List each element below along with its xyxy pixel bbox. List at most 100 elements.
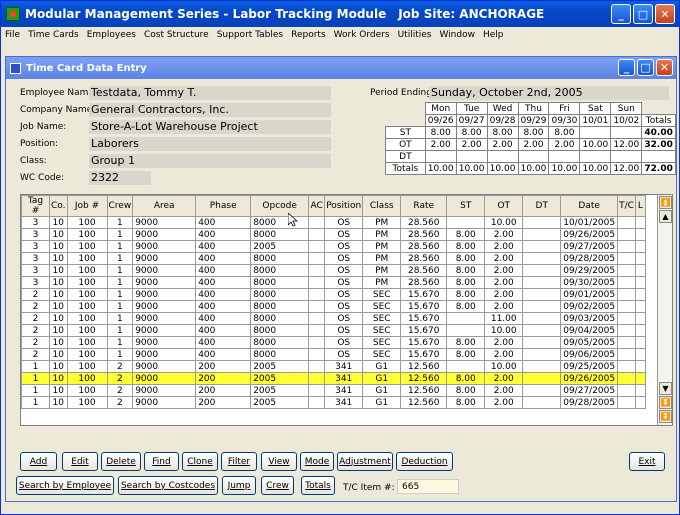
grid-cell[interactable]: 2.00 <box>484 300 524 313</box>
grid-cell[interactable]: 09/26/2005 <box>560 228 619 241</box>
wc-code-field[interactable]: 2322 <box>89 171 151 185</box>
menu-item-work-orders[interactable]: Work Orders <box>330 30 394 40</box>
grid-cell[interactable] <box>617 276 636 289</box>
grid-cell[interactable]: 8.00 <box>446 288 486 301</box>
grid-cell[interactable]: 09/05/2005 <box>560 336 619 349</box>
position-field[interactable]: Laborers <box>89 137 331 151</box>
grid-cell[interactable] <box>522 372 562 385</box>
grid-cell[interactable]: 12.560 <box>400 372 448 385</box>
grid-cell[interactable]: 100 <box>66 312 108 325</box>
grid-cell[interactable]: 100 <box>66 264 108 277</box>
grid-cell[interactable] <box>617 288 636 301</box>
column-header-st[interactable]: ST <box>446 195 486 217</box>
grid-cell[interactable]: 1 <box>106 276 134 289</box>
grid-cell[interactable]: 09/30/2005 <box>560 276 619 289</box>
grid-cell[interactable]: 15.670 <box>400 312 448 325</box>
table-row[interactable]: 1 10 100 2 9000 200 2005 341 G1 12.560 10.00 09/25/… <box>21 360 646 373</box>
grid-cell[interactable]: 3 <box>21 240 50 253</box>
grid-cell[interactable]: 2 <box>106 360 134 373</box>
menu-item-support-tables[interactable]: Support Tables <box>213 30 287 40</box>
menu-item-file[interactable]: File <box>1 30 24 40</box>
grid-cell[interactable]: 9000 <box>132 348 197 361</box>
grid-cell[interactable] <box>617 384 636 397</box>
grid-cell[interactable]: 10/01/2005 <box>560 216 619 229</box>
grid-cell[interactable] <box>617 336 636 349</box>
grid-cell[interactable] <box>522 288 562 301</box>
grid-cell[interactable] <box>308 216 326 229</box>
grid-cell[interactable]: 341 <box>324 396 364 409</box>
grid-cell[interactable] <box>634 384 646 397</box>
grid-cell[interactable]: OS <box>324 288 364 301</box>
column-header-position[interactable]: Position <box>324 195 364 217</box>
grid-cell[interactable] <box>308 264 326 277</box>
grid-cell[interactable]: SEC <box>362 324 402 337</box>
grid-cell[interactable]: 1 <box>106 336 134 349</box>
table-row[interactable]: 3 10 100 1 9000 400 8000 OS PM 28.560 8.00 2.00 09/3… <box>21 276 646 289</box>
grid-cell[interactable]: 9000 <box>132 300 197 313</box>
grid-cell[interactable]: 09/04/2005 <box>560 324 619 337</box>
grid-cell[interactable]: 100 <box>66 288 108 301</box>
grid-cell[interactable] <box>634 228 646 241</box>
grid-cell[interactable]: 2.00 <box>484 348 524 361</box>
grid-cell[interactable]: 2.00 <box>484 228 524 241</box>
grid-cell[interactable]: 9000 <box>132 264 197 277</box>
grid-cell[interactable]: 12.560 <box>400 384 448 397</box>
grid-cell[interactable]: 8000 <box>250 264 310 277</box>
grid-cell[interactable]: 10.00 <box>484 216 524 229</box>
grid-cell[interactable]: 2 <box>21 324 50 337</box>
add-button[interactable]: Add <box>20 452 57 471</box>
grid-cell[interactable]: 1 <box>106 348 134 361</box>
table-row[interactable]: 2 10 100 1 9000 400 8000 OS SEC 15.670 8.00 2.00 09/… <box>21 288 646 301</box>
grid-cell[interactable]: 341 <box>324 360 364 373</box>
grid-cell[interactable] <box>308 252 326 265</box>
totals-button[interactable]: Totals <box>301 476 335 495</box>
grid-cell[interactable] <box>617 372 636 385</box>
grid-cell[interactable]: 15.670 <box>400 300 448 313</box>
search-by-costcodes-button[interactable]: Search by Costcodes <box>118 476 218 495</box>
grid-cell[interactable]: PM <box>362 228 402 241</box>
column-header-ot[interactable]: OT <box>484 195 524 217</box>
grid-cell[interactable]: 09/01/2005 <box>560 288 619 301</box>
edit-button[interactable]: Edit <box>62 452 98 471</box>
grid-cell[interactable]: 8.00 <box>446 396 486 409</box>
grid-cell[interactable]: OS <box>324 252 364 265</box>
column-header-phase[interactable]: Phase <box>195 195 252 217</box>
grid-cell[interactable] <box>522 384 562 397</box>
grid-cell[interactable]: 2.00 <box>484 288 524 301</box>
grid-cell[interactable] <box>617 264 636 277</box>
grid-cell[interactable]: 10 <box>49 240 68 253</box>
grid-cell[interactable] <box>308 336 326 349</box>
table-row[interactable]: 2 10 100 1 9000 400 8000 OS SEC 15.670 10.00 09/04/… <box>21 324 646 337</box>
grid-cell[interactable]: SEC <box>362 336 402 349</box>
grid-cell[interactable]: 2 <box>106 372 134 385</box>
column-header-dt[interactable]: DT <box>522 195 562 217</box>
grid-cell[interactable] <box>522 276 562 289</box>
table-row[interactable]: 1 10 100 2 9000 200 2005 341 G1 12.560 8.00 2.00 09/… <box>21 372 646 385</box>
grid-cell[interactable]: 400 <box>195 312 252 325</box>
exit-button[interactable]: Exit <box>629 452 665 471</box>
jump-button[interactable]: Jump <box>222 476 256 495</box>
grid-cell[interactable]: 400 <box>195 348 252 361</box>
grid-cell[interactable]: 09/26/2005 <box>560 372 619 385</box>
grid-cell[interactable]: G1 <box>362 384 402 397</box>
grid-cell[interactable]: 1 <box>106 300 134 313</box>
grid-cell[interactable]: 09/28/2005 <box>560 252 619 265</box>
table-row[interactable]: 3 10 100 1 9000 400 8000 OS PM 28.560 8.00 2.00 09/2… <box>21 252 646 265</box>
scroll-up-icon[interactable]: ▲ <box>659 210 672 223</box>
grid-cell[interactable]: 2005 <box>250 360 310 373</box>
grid-cell[interactable]: 9000 <box>132 312 197 325</box>
child-close-button[interactable]: ✕ <box>656 59 673 76</box>
grid-cell[interactable]: 11.00 <box>484 312 524 325</box>
grid-cell[interactable] <box>634 360 646 373</box>
grid-cell[interactable]: 28.560 <box>400 276 448 289</box>
grid-cell[interactable] <box>617 252 636 265</box>
grid-cell[interactable]: 8.00 <box>446 348 486 361</box>
grid-cell[interactable]: 8000 <box>250 336 310 349</box>
grid-cell[interactable]: 1 <box>106 252 134 265</box>
class-field[interactable]: Group 1 <box>89 154 331 168</box>
grid-cell[interactable] <box>634 216 646 229</box>
job-name-field[interactable]: Store-A-Lot Warehouse Project <box>89 120 331 134</box>
grid-cell[interactable] <box>446 360 486 373</box>
grid-cell[interactable]: 100 <box>66 252 108 265</box>
grid-cell[interactable]: 3 <box>21 228 50 241</box>
